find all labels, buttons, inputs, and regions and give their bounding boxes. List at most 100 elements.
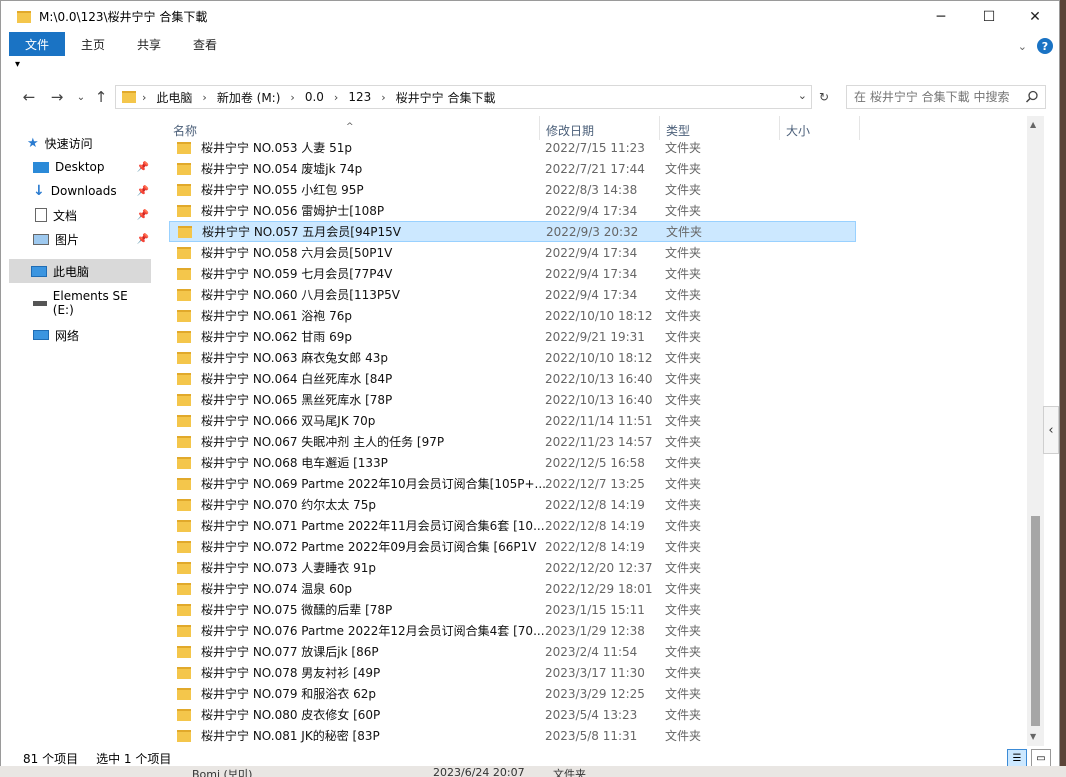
breadcrumb-this-pc[interactable]: 此电脑 [152,89,196,106]
address-dropdown-icon[interactable]: ⌄ [798,89,807,102]
pin-icon[interactable]: 📌 [137,234,149,245]
file-date: 2023/1/29 12:38 [545,623,645,638]
status-bar: 81 个项目 选中 1 个项目 ☰ ▭ [1,748,1059,767]
minimize-button[interactable]: ─ [918,1,964,32]
title-bar[interactable]: M:\0.0\123\桜井宁宁 合集下載 ─ ☐ ✕ [1,1,1059,32]
search-box[interactable] [846,85,1046,109]
folder-icon [177,519,191,532]
table-row[interactable]: 桜井宁宁 NO.056 雷姆护士[108P 2022/9/4 17:34 文件夹 [169,200,856,221]
table-row[interactable]: 桜井宁宁 NO.066 双马尾JK 70p 2022/11/14 11:51 文件夹 [169,410,856,431]
forward-arrow-icon[interactable]: → [47,87,67,107]
table-row[interactable]: 桜井宁宁 NO.054 废墟jk 74p 2022/7/21 17:44 文件夹 [169,158,856,179]
table-row[interactable]: 桜井宁宁 NO.062 甘雨 69p 2022/9/21 19:31 文件夹 [169,326,856,347]
pin-icon[interactable]: 📌 [137,186,149,197]
table-row[interactable]: 桜井宁宁 NO.074 温泉 60p 2022/12/29 18:01 文件夹 [169,578,856,599]
file-date: 2022/12/5 16:58 [545,455,645,470]
breadcrumb-folder-123[interactable]: 123 [344,90,375,104]
large-icons-view-icon[interactable]: ▭ [1031,749,1051,767]
table-row[interactable]: 桜井宁宁 NO.059 七月会员[77P4V 2022/9/4 17:34 文件夹 [169,263,856,284]
search-input[interactable] [854,90,1024,104]
chevron-down-icon[interactable]: ⌄ [1018,40,1027,53]
quick-access-toolbar[interactable]: ▾ [15,59,20,70]
sidebar-item-downloads[interactable]: ↓ Downloads 📌 [33,179,151,203]
table-row[interactable]: 桜井宁宁 NO.065 黑丝死库水 [78P 2022/10/13 16:40 文件… [169,389,856,410]
table-row[interactable]: 桜井宁宁 NO.076 Partme 2022年12月会员订阅合集4套 [70.… [169,620,856,641]
table-row[interactable]: 桜井宁宁 NO.072 Partme 2022年09月会员订阅合集 [66P1V… [169,536,856,557]
refresh-icon[interactable]: ↻ [814,85,834,109]
pin-icon[interactable]: 📌 [137,210,149,221]
table-row[interactable]: 桜井宁宁 NO.058 六月会员[50P1V 2022/9/4 17:34 文件夹 [169,242,856,263]
table-row[interactable]: 桜井宁宁 NO.081 JK的秘密 [83P 2023/5/8 11:31 文件夹 [169,725,856,746]
download-icon: ↓ [33,183,45,199]
folder-icon [177,288,191,301]
table-row[interactable]: 桜井宁宁 NO.068 电车邂逅 [133P 2022/12/5 16:58 文件夹 [169,452,856,473]
table-row[interactable]: 桜井宁宁 NO.061 浴袍 76p 2022/10/10 18:12 文件夹 [169,305,856,326]
folder-icon [177,162,191,175]
table-row[interactable]: 桜井宁宁 NO.067 失眠冲剂 主人的任务 [97P 2022/11/23 14… [169,431,856,452]
scroll-up-icon[interactable]: ▲ [1030,120,1036,129]
selection-count: 选中 1 个项目 [96,751,172,766]
chevron-right-icon[interactable]: › [328,91,344,104]
chevron-right-icon[interactable]: › [375,91,391,104]
recent-chevron-icon[interactable]: ⌄ [71,87,91,107]
window-title: M:\0.0\123\桜井宁宁 合集下載 [39,10,208,24]
sidebar-quick-access[interactable]: ★ 快速访问 [27,131,169,155]
sidebar-label: 快速访问 [44,136,93,151]
table-row[interactable]: 桜井宁宁 NO.075 微醺的后辈 [78P 2023/1/15 15:11 文件夹 [169,599,856,620]
table-row[interactable]: 桜井宁宁 NO.078 男友衬衫 [49P 2023/3/17 11:30 文件夹 [169,662,856,683]
table-row[interactable]: 桜井宁宁 NO.057 五月会员[94P15V 2022/9/3 20:32 文件夹 [169,221,856,242]
table-row[interactable]: 桜井宁宁 NO.055 小红包 95P 2022/8/3 14:38 文件夹 [169,179,856,200]
table-row[interactable]: 桜井宁宁 NO.064 白丝死库水 [84P 2022/10/13 16:40 文件… [169,368,856,389]
chevron-right-icon[interactable]: › [284,91,300,104]
chevron-right-icon[interactable]: › [196,91,212,104]
folder-icon [177,729,191,742]
tab-share[interactable]: 共享 [121,32,177,56]
breadcrumb-folder-00[interactable]: 0.0 [301,90,328,104]
file-date: 2022/12/20 12:37 [545,560,653,575]
maximize-button[interactable]: ☐ [966,1,1012,32]
pin-icon[interactable]: 📌 [137,162,149,173]
sidebar-this-pc[interactable]: 此电脑 [9,259,151,283]
back-arrow-icon[interactable]: ← [19,87,39,107]
details-view-icon[interactable]: ☰ [1007,749,1027,767]
table-row[interactable]: 桜井宁宁 NO.071 Partme 2022年11月会员订阅合集6套 [10.… [169,515,856,536]
sidebar-network[interactable]: 网络 [33,323,151,347]
file-type: 文件夹 [665,330,702,344]
vertical-scrollbar[interactable]: ▲ ▼ [1027,116,1044,746]
scrollbar-thumb[interactable] [1031,516,1040,726]
file-type: 文件夹 [665,309,702,323]
table-row[interactable]: 桜井宁宁 NO.060 八月会员[113P5V 2022/9/4 17:34 文件夹 [169,284,856,305]
tab-home[interactable]: 主页 [65,32,121,56]
scroll-down-icon[interactable]: ▼ [1030,732,1036,741]
sidebar-item-desktop[interactable]: Desktop 📌 [33,155,151,179]
file-date: 2022/10/13 16:40 [545,392,653,407]
file-name: 桜井宁宁 NO.066 双马尾JK 70p [201,414,376,428]
breadcrumb-drive[interactable]: 新加卷 (M:) [213,89,285,106]
table-row[interactable]: 桜井宁宁 NO.069 Partme 2022年10月会员订阅合集[105P+.… [169,473,856,494]
table-row[interactable]: 桜井宁宁 NO.077 放课后jk [86P 2023/2/4 11:54 文件夹 [169,641,856,662]
tab-view[interactable]: 查看 [177,32,233,56]
folder-icon [177,246,191,259]
sidebar-item-pictures[interactable]: 图片 📌 [33,227,151,251]
bg-file-name: Bomi (보미) [192,768,253,777]
table-row[interactable]: 桜井宁宁 NO.070 约尔太太 75p 2022/12/8 14:19 文件夹 [169,494,856,515]
search-icon[interactable] [1025,90,1039,104]
chevron-right-icon[interactable]: › [136,91,152,104]
up-arrow-icon[interactable]: ↑ [91,87,111,107]
close-button[interactable]: ✕ [1012,1,1058,32]
table-row[interactable]: 桜井宁宁 NO.079 和服浴衣 62p 2023/3/29 12:25 文件夹 [169,683,856,704]
sidebar-drive[interactable]: Elements SE (E:) [33,289,151,317]
sidebar-item-documents[interactable]: 文档 📌 [33,203,151,227]
chevron-left-icon[interactable]: ‹ [1043,406,1059,454]
table-row[interactable]: 桜井宁宁 NO.073 人妻睡衣 91p 2022/12/20 12:37 文件夹 [169,557,856,578]
tab-file[interactable]: 文件 [9,32,66,56]
help-icon[interactable]: ? [1037,38,1053,54]
file-date: 2022/9/4 17:34 [545,245,638,260]
address-bar[interactable]: › 此电脑 › 新加卷 (M:) › 0.0 › 123 › 桜井宁宁 合集下載… [115,85,812,109]
folder-icon [17,10,31,23]
breadcrumb-current[interactable]: 桜井宁宁 合集下載 [392,89,500,106]
folder-icon [177,372,191,385]
table-row[interactable]: 桜井宁宁 NO.053 人妻 51p 2022/7/15 11:23 文件夹 [169,137,856,158]
table-row[interactable]: 桜井宁宁 NO.080 皮衣修女 [60P 2023/5/4 13:23 文件夹 [169,704,856,725]
table-row[interactable]: 桜井宁宁 NO.063 麻衣兔女郎 43p 2022/10/10 18:12 文件夹 [169,347,856,368]
